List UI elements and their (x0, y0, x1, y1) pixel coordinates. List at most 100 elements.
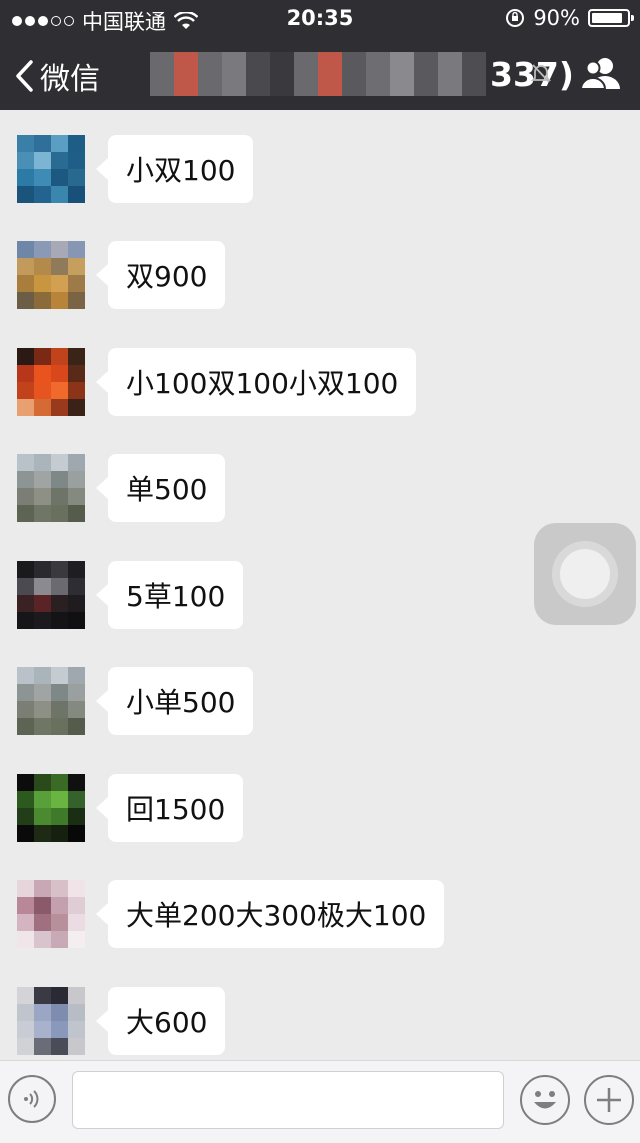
avatar-pixel (34, 186, 51, 203)
avatar[interactable] (17, 454, 85, 522)
avatar[interactable] (17, 241, 85, 309)
avatar-pixel (68, 488, 85, 505)
avatar-pixel (34, 1038, 51, 1055)
avatar-pixel (34, 258, 51, 275)
avatar-pixel (34, 382, 51, 399)
avatar[interactable] (17, 561, 85, 629)
battery-icon (588, 9, 634, 27)
battery-percent: 90% (533, 6, 580, 30)
avatar-pixel (68, 595, 85, 612)
avatar-pixel (51, 399, 68, 416)
mosaic-block (246, 52, 270, 96)
message-bubble[interactable]: 单500 (95, 454, 226, 522)
avatar-pixel (51, 612, 68, 629)
avatar-pixel (34, 701, 51, 718)
avatar-pixel (17, 718, 34, 735)
chat-header: 微信 337) (0, 38, 640, 110)
avatar-pixel (51, 382, 68, 399)
avatar-pixel (17, 791, 34, 808)
avatar-pixel (68, 382, 85, 399)
avatar-pixel (17, 897, 34, 914)
avatar-pixel (51, 186, 68, 203)
avatar-pixel (51, 880, 68, 897)
message-input[interactable] (72, 1071, 504, 1129)
avatar-pixel (17, 561, 34, 578)
message-bubble[interactable]: 回1500 (95, 774, 244, 842)
message-bubble[interactable]: 双900 (95, 241, 226, 309)
emoji-button[interactable] (520, 1075, 570, 1125)
avatar-pixel (51, 241, 68, 258)
back-button[interactable]: 微信 (14, 54, 100, 98)
avatar[interactable] (17, 987, 85, 1055)
voice-icon (24, 1090, 39, 1108)
mosaic-block (294, 52, 318, 96)
mosaic-block (270, 52, 294, 96)
avatar-pixel (34, 684, 51, 701)
message-row: 回1500 (0, 774, 640, 844)
message-row: 单500 (0, 454, 640, 524)
more-options-button[interactable] (584, 1075, 634, 1125)
avatar-pixel (51, 684, 68, 701)
avatar-pixel (17, 880, 34, 897)
message-row: 小单500 (0, 667, 640, 737)
rotation-lock-icon (506, 9, 525, 27)
message-bubble[interactable]: 小双100 (95, 135, 254, 203)
mosaic-block (366, 52, 390, 96)
message-row: 大单200大300极大100 (0, 880, 640, 950)
message-bubble[interactable]: 小100双100小双100 (95, 348, 417, 416)
avatar-pixel (17, 135, 34, 152)
avatar-pixel (34, 348, 51, 365)
avatar-pixel (51, 561, 68, 578)
avatar-pixel (68, 774, 85, 791)
avatar-pixel (17, 914, 34, 931)
avatar-pixel (68, 258, 85, 275)
voice-input-button[interactable] (8, 1075, 56, 1123)
message-bubble[interactable]: 小单500 (95, 667, 254, 735)
avatar-pixel (17, 152, 34, 169)
avatar[interactable] (17, 667, 85, 735)
avatar-pixel (34, 292, 51, 309)
avatar-pixel (68, 931, 85, 948)
message-bubble[interactable]: 大600 (95, 987, 226, 1055)
avatar[interactable] (17, 774, 85, 842)
avatar-pixel (17, 241, 34, 258)
group-members-icon[interactable] (580, 56, 622, 90)
avatar-pixel (68, 880, 85, 897)
avatar-pixel (51, 488, 68, 505)
avatar-pixel (34, 169, 51, 186)
avatar-pixel (17, 1038, 34, 1055)
avatar-pixel (51, 931, 68, 948)
avatar-pixel (68, 578, 85, 595)
avatar-pixel (17, 1021, 34, 1038)
avatar[interactable] (17, 880, 85, 948)
avatar-pixel (51, 258, 68, 275)
avatar-pixel (17, 258, 34, 275)
avatar-pixel (68, 701, 85, 718)
avatar[interactable] (17, 348, 85, 416)
avatar-pixel (17, 612, 34, 629)
assistive-touch-button[interactable] (534, 523, 636, 625)
avatar-pixel (68, 808, 85, 825)
avatar-pixel (34, 931, 51, 948)
avatar-pixel (17, 382, 34, 399)
chevron-left-icon (16, 60, 33, 92)
message-row: 双900 (0, 241, 640, 311)
avatar-pixel (51, 718, 68, 735)
avatar[interactable] (17, 135, 85, 203)
avatar-pixel (34, 135, 51, 152)
avatar-pixel (34, 241, 51, 258)
avatar-pixel (17, 1004, 34, 1021)
avatar-pixel (17, 701, 34, 718)
avatar-pixel (17, 808, 34, 825)
avatar-pixel (51, 667, 68, 684)
avatar-pixel (68, 241, 85, 258)
avatar-pixel (34, 774, 51, 791)
message-bubble[interactable]: 5草100 (95, 561, 244, 629)
avatar-pixel (17, 595, 34, 612)
mute-bell-icon (530, 64, 552, 83)
avatar-pixel (68, 791, 85, 808)
mosaic-block (222, 52, 246, 96)
message-bubble[interactable]: 大单200大300极大100 (95, 880, 445, 948)
avatar-pixel (17, 471, 34, 488)
assistive-touch-icon (552, 541, 618, 607)
